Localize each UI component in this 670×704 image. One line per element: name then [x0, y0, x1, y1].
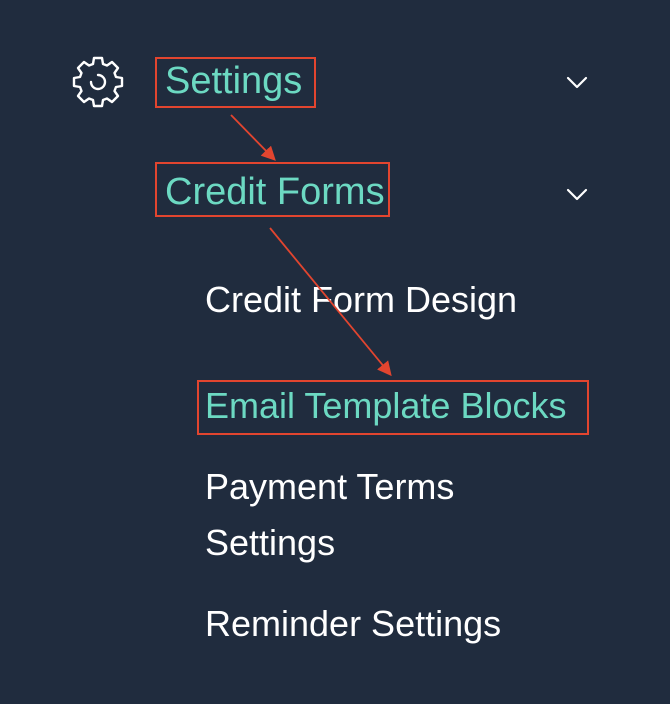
- gear-icon[interactable]: [70, 54, 126, 110]
- chevron-down-icon[interactable]: [566, 188, 588, 202]
- arrow-settings-to-credit: [230, 114, 276, 161]
- menu-item-payment-terms-line2[interactable]: Settings: [205, 525, 335, 561]
- settings-menu-label[interactable]: Settings: [165, 62, 302, 100]
- menu-item-payment-terms-line1[interactable]: Payment Terms: [205, 469, 454, 505]
- menu-item-email-template-blocks[interactable]: Email Template Blocks: [205, 388, 566, 424]
- menu-item-credit-form-design[interactable]: Credit Form Design: [205, 282, 517, 318]
- menu-item-reminder-settings[interactable]: Reminder Settings: [205, 606, 501, 642]
- credit-forms-menu-label[interactable]: Credit Forms: [165, 173, 385, 211]
- chevron-down-icon[interactable]: [566, 76, 588, 90]
